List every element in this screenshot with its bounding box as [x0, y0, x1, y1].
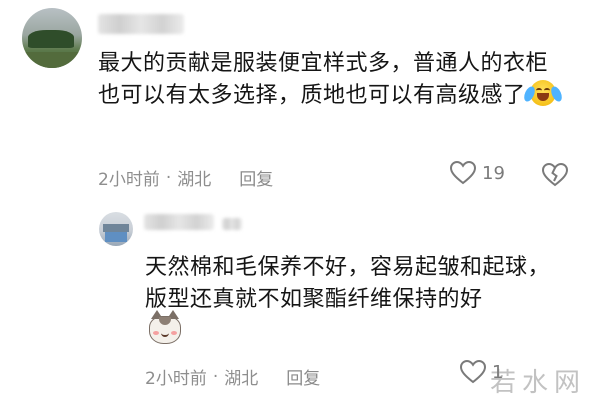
meta-separator: · [165, 167, 172, 188]
meta-separator: · [212, 366, 219, 387]
comment-text: 最大的贡献是服装便宜样式多，普通人的衣柜也可以有太多选择，质地也可以有高级感了 [98, 48, 568, 112]
avatar-blue-shape [105, 232, 127, 242]
like-button[interactable]: 19 [450, 161, 505, 185]
comment-time: 2小时前 [98, 170, 160, 190]
watermark: 若水网 [489, 368, 586, 398]
blurred-username [98, 14, 184, 34]
heart-icon [460, 360, 486, 384]
reply-text: 天然棉和毛保养不好，容易起皱和起球，版型还真就不如聚酯纤维保持的好 [145, 252, 565, 350]
dislike-button[interactable] [541, 162, 569, 191]
cat-face-emoji-icon [149, 310, 181, 344]
reply-avatar[interactable] [99, 212, 133, 246]
blurred-username-fragment [222, 218, 242, 230]
laughing-crying-emoji-icon [521, 80, 564, 106]
comment-location: 湖北 [177, 170, 212, 190]
reply-body: 天然棉和毛保养不好，容易起皱和起球，版型还真就不如聚酯纤维保持的好 [145, 255, 551, 312]
avatar-building-shape [103, 224, 129, 232]
reply-meta: 2小时前 · 湖北 回复 [145, 364, 320, 390]
avatar-ground-shape [22, 52, 82, 68]
like-count: 19 [482, 162, 505, 184]
blurred-username [144, 214, 214, 230]
broken-heart-icon [541, 162, 569, 187]
reply-button[interactable]: 回复 [286, 364, 320, 389]
avatar[interactable] [22, 8, 82, 68]
reply-location: 湖北 [224, 369, 259, 389]
comment-body: 最大的贡献是服装便宜样式多，普通人的衣柜也可以有太多选择，质地也可以有高级感了 [98, 51, 549, 108]
heart-icon [450, 161, 476, 185]
reply-time: 2小时前 [145, 369, 207, 389]
reply-button[interactable]: 回复 [239, 165, 273, 190]
comment-meta: 2小时前 · 湖北 回复 [98, 165, 273, 191]
avatar-tree-shape [28, 30, 74, 48]
